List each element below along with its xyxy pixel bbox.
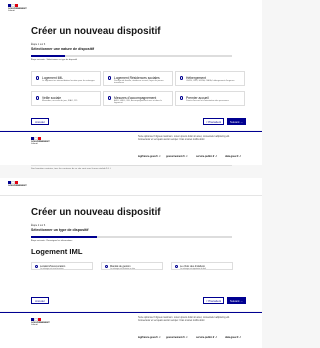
option-hint: Maraudes, accueils de jour, SIAO, 115 bbox=[42, 100, 98, 103]
option-card-residences-sociales[interactable]: Logement Résidences sociales Pension de … bbox=[103, 71, 173, 86]
footer-description: Texte optionnel 3 lignes maximum. Lorem … bbox=[138, 317, 238, 323]
option-hint: Pension de famille, résidence accueil, f… bbox=[114, 80, 170, 85]
step-title: Sélectionner un type de dispositif bbox=[31, 229, 89, 233]
option-card-premier-accueil[interactable]: Premier accueil Points d'accueil et d'or… bbox=[175, 91, 245, 106]
option-card-accompagnement[interactable]: Mesures d'accompagnement AVDL, ASLL, IML… bbox=[103, 91, 173, 106]
flag-icon bbox=[31, 318, 41, 321]
cancel-button[interactable]: Annuler bbox=[31, 297, 49, 304]
site-header: GOUVERNEMENT Liberté bbox=[0, 0, 262, 23]
logo-line: Liberté bbox=[31, 324, 53, 326]
option-hint: Le ménage est signataire du bail bbox=[180, 268, 206, 270]
footer-link-legifrance[interactable]: legifrance.gouv.fr ↗ bbox=[138, 155, 161, 158]
flag-icon bbox=[8, 181, 18, 184]
page-title: Créer un nouveau dispositif bbox=[31, 27, 161, 37]
next-step-hint: Étape suivante : Renseigner les informat… bbox=[31, 240, 72, 242]
option-hint: CHRS, CHU, HUDA, CADA, hébergement d'urg… bbox=[186, 80, 242, 83]
footer-link-legifrance[interactable]: legifrance.gouv.fr ↗ bbox=[138, 336, 161, 339]
radio-icon[interactable] bbox=[35, 265, 38, 268]
option-card-logement-iml[interactable]: Logement IML Le logement en intermédiati… bbox=[31, 71, 101, 86]
section-heading: Logement IML bbox=[31, 248, 82, 256]
option-bail-glissant[interactable]: Le choix des d'élaboré Le ménage est sig… bbox=[171, 262, 233, 270]
footer-link-service-public[interactable]: service-public.fr ↗ bbox=[196, 155, 217, 158]
option-hint: Le ménage est sous-locataire bbox=[40, 268, 64, 270]
gouvernement-logo[interactable]: GOUVERNEMENT bbox=[8, 181, 30, 195]
footer-link-gouvernement[interactable]: gouvernement.fr ↗ bbox=[166, 336, 188, 339]
next-button[interactable]: Suivant → bbox=[227, 297, 246, 304]
option-hint: Le ménage est locataire en titre bbox=[110, 268, 135, 270]
radio-icon[interactable] bbox=[108, 96, 111, 99]
footer-link-data-gouv[interactable]: data.gouv.fr ↗ bbox=[225, 336, 241, 339]
footer-gouvernement-logo[interactable]: GOUVERNEMENT Liberté bbox=[31, 318, 53, 336]
radio-icon[interactable] bbox=[180, 96, 183, 99]
footer-link-data-gouv[interactable]: data.gouv.fr ↗ bbox=[225, 155, 241, 158]
radio-icon[interactable] bbox=[180, 76, 183, 79]
site-header-2 bbox=[0, 178, 262, 196]
footer-description: Texte optionnel 3 lignes maximum. Lorem … bbox=[138, 136, 238, 142]
previous-button[interactable]: < Précédent bbox=[203, 297, 224, 304]
license-note: Sauf mention contraire, tous les contenu… bbox=[31, 167, 111, 170]
logo-line: Liberté bbox=[31, 143, 53, 145]
radio-icon[interactable] bbox=[36, 96, 39, 99]
option-mandat-de-gestion[interactable]: Mandat de gestion Le ménage est locatair… bbox=[101, 262, 163, 270]
footer-link-gouvernement[interactable]: gouvernement.fr ↗ bbox=[166, 155, 188, 158]
page-title: Créer un nouveau dispositif bbox=[31, 208, 161, 218]
stepper-progress bbox=[31, 55, 232, 57]
option-card-veille-sociale[interactable]: Veille sociale Maraudes, accueils de jou… bbox=[31, 91, 101, 106]
radio-icon[interactable] bbox=[175, 265, 178, 268]
stepper-progress bbox=[31, 236, 232, 238]
step-title: Sélectionner une nature de dispositif bbox=[31, 48, 94, 52]
option-hint: AVDL, ASLL, IML, Accompagnement vers et … bbox=[114, 100, 170, 105]
logo-line: Liberté bbox=[8, 10, 30, 12]
option-location-sous-location[interactable]: Location/Sous-location Le ménage est sou… bbox=[31, 262, 93, 270]
option-card-hebergement[interactable]: Hébergement CHRS, CHU, HUDA, CADA, héber… bbox=[175, 71, 245, 86]
flag-icon bbox=[8, 4, 18, 7]
footer-link-service-public[interactable]: service-public.fr ↗ bbox=[196, 336, 217, 339]
option-hint: Le logement en intermédiation locative p… bbox=[42, 80, 98, 83]
next-button[interactable]: Suivant → bbox=[227, 118, 246, 125]
radio-icon[interactable] bbox=[108, 76, 111, 79]
next-step-hint: Étape suivante : Sélectionner un type de… bbox=[31, 59, 77, 61]
option-hint: Points d'accueil et d'orientation des pe… bbox=[186, 100, 242, 103]
radio-icon[interactable] bbox=[36, 76, 39, 79]
cancel-button[interactable]: Annuler bbox=[31, 118, 49, 125]
logo-line: GOUVERNEMENT bbox=[8, 185, 30, 187]
gouvernement-logo[interactable]: GOUVERNEMENT Liberté bbox=[8, 4, 30, 18]
radio-icon[interactable] bbox=[105, 265, 108, 268]
previous-button[interactable]: < Précédent bbox=[203, 118, 224, 125]
footer-gouvernement-logo[interactable]: GOUVERNEMENT Liberté bbox=[31, 137, 53, 155]
flag-icon bbox=[31, 137, 41, 140]
